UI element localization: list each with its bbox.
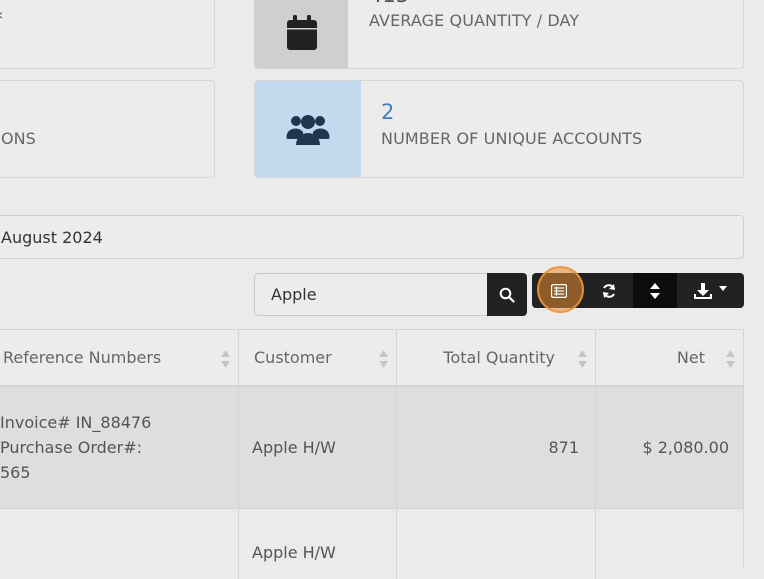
- unique-accounts-value: 2: [381, 100, 395, 124]
- column-header-reference-numbers[interactable]: Reference Numbers: [0, 330, 239, 385]
- sort-toggle-button[interactable]: [633, 273, 677, 308]
- column-header-net[interactable]: Net: [596, 330, 743, 385]
- sort-icon: [650, 282, 660, 299]
- transactions-table: Reference Numbers Customer Total Quantit…: [0, 329, 744, 579]
- average-quantity-label: AVERAGE QUANTITY / DAY: [369, 11, 580, 30]
- search-group: [254, 273, 527, 316]
- cell-reference-numbers: Invoice# IN_88476 Purchase Order#: 565: [0, 387, 239, 508]
- refresh-icon: [603, 283, 615, 298]
- sort-arrows-icon: [221, 350, 230, 368]
- refresh-button[interactable]: [585, 273, 633, 308]
- download-icon: [694, 282, 712, 299]
- cell-net: [596, 509, 743, 579]
- column-header-total-quantity[interactable]: Total Quantity: [397, 330, 596, 385]
- calendar-icon-box: [255, 0, 348, 68]
- cell-total-quantity: [397, 509, 596, 579]
- list-view-button[interactable]: [532, 266, 585, 313]
- table-row[interactable]: Apple H/W: [0, 509, 743, 579]
- stat-card-left-top: ‹: [0, 0, 215, 69]
- sort-arrows-icon: [578, 350, 587, 368]
- users-icon-box: [255, 81, 361, 177]
- cell-net: $ 2,080.00: [642, 438, 729, 457]
- stat-card-left-bottom-label: ONS: [1, 129, 36, 148]
- stat-card-average-quantity: 415 AVERAGE QUANTITY / DAY: [254, 0, 744, 69]
- search-input[interactable]: [254, 273, 487, 316]
- stat-card-unique-accounts: 2 NUMBER OF UNIQUE ACCOUNTS: [254, 80, 744, 178]
- search-button[interactable]: [487, 273, 527, 316]
- stat-card-left-bottom: ONS: [0, 80, 215, 178]
- table-row[interactable]: Invoice# IN_88476 Purchase Order#: 565 A…: [0, 387, 743, 509]
- calendar-icon: [286, 14, 317, 50]
- average-quantity-value: 415: [369, 0, 579, 6]
- table-toolbar: [532, 266, 744, 313]
- column-header-customer[interactable]: Customer: [239, 330, 397, 385]
- date-range-value: August 2024: [1, 227, 103, 247]
- search-icon: [499, 287, 515, 303]
- unique-accounts-label: NUMBER OF UNIQUE ACCOUNTS: [381, 129, 643, 148]
- chevron-down-icon: [719, 286, 727, 291]
- download-dropdown-button[interactable]: [677, 273, 744, 308]
- table-header-row: Reference Numbers Customer Total Quantit…: [0, 330, 743, 387]
- cell-customer: Apple H/W: [239, 509, 397, 579]
- cell-customer: Apple H/W: [239, 387, 397, 508]
- stat-card-left-top-fragment: ‹: [0, 5, 3, 24]
- users-icon: [286, 115, 330, 145]
- sort-arrows-icon: [726, 350, 735, 368]
- sort-arrows-icon: [379, 350, 388, 368]
- date-range-filter[interactable]: August 2024: [0, 215, 744, 259]
- list-icon: [550, 283, 567, 298]
- cell-total-quantity: 871: [397, 387, 596, 508]
- cell-reference-numbers: [0, 509, 239, 579]
